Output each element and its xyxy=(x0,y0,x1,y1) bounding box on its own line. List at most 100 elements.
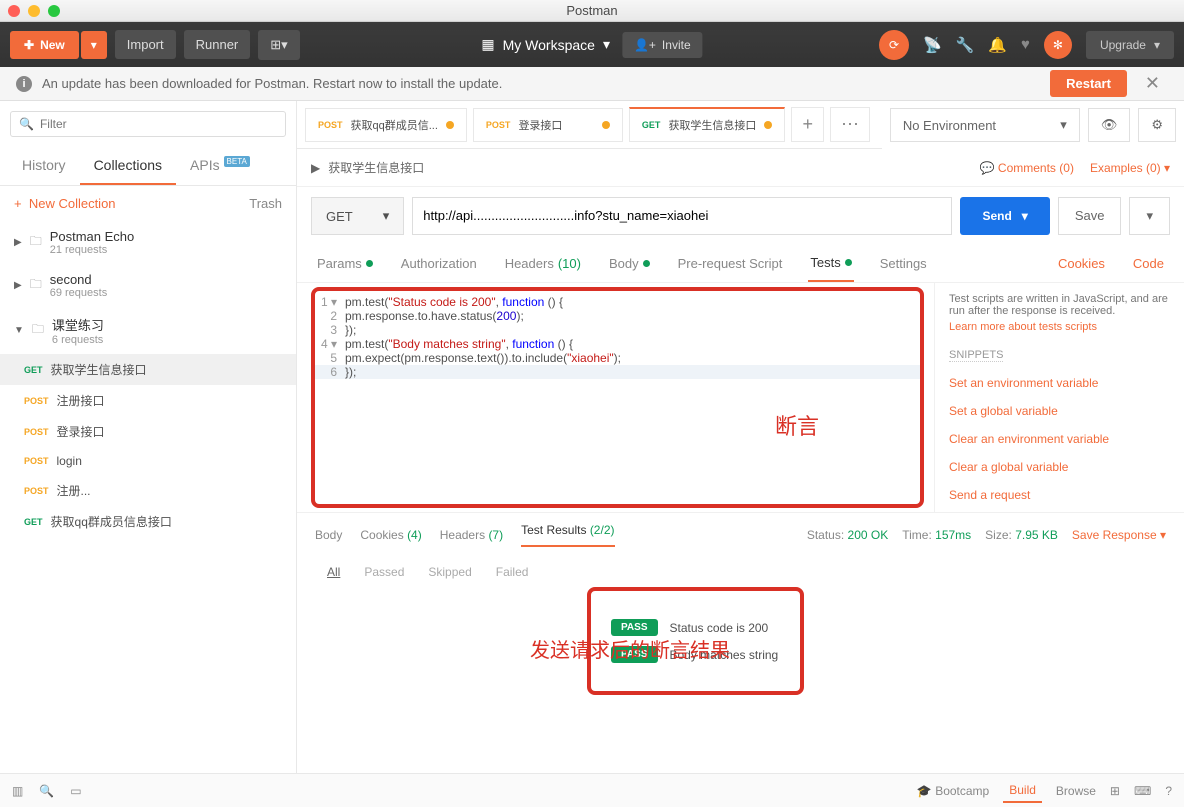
window-titlebar: Postman xyxy=(0,0,1184,22)
chevron-down-icon: ▾ xyxy=(1164,161,1170,175)
restart-button[interactable]: Restart xyxy=(1050,70,1127,97)
snippet-link[interactable]: Set a global variable xyxy=(949,404,1170,418)
console-icon[interactable]: ▭ xyxy=(70,784,81,798)
build-tab[interactable]: Build xyxy=(1003,779,1042,803)
tab-apis[interactable]: APIs BETA xyxy=(176,147,264,185)
url-input[interactable] xyxy=(412,197,952,235)
status-value: 200 OK xyxy=(848,528,889,542)
environment-selector[interactable]: No Environment▾ xyxy=(890,108,1080,142)
environment-settings-button[interactable]: ⚙ xyxy=(1138,108,1176,142)
request-tab[interactable]: GET获取学生信息接口 xyxy=(629,107,786,142)
close-window-icon[interactable] xyxy=(8,5,20,17)
request-item[interactable]: POST注册... xyxy=(0,475,296,506)
chevron-right-icon: ▶ xyxy=(14,237,22,248)
collection-item[interactable]: ▶🗀second69 requests xyxy=(0,264,296,307)
tab-collections[interactable]: Collections xyxy=(80,147,176,185)
filter-all[interactable]: All xyxy=(327,565,340,579)
request-tab[interactable]: POST获取qq群成员信... xyxy=(305,108,467,142)
help-icon[interactable]: ? xyxy=(1165,784,1172,798)
tab-tests[interactable]: Tests xyxy=(808,245,853,282)
new-collection-button[interactable]: + New CollectionTrash xyxy=(0,186,296,221)
add-tab-button[interactable]: + xyxy=(791,107,824,142)
new-button[interactable]: ✚New xyxy=(10,31,79,59)
snippets-hint: Test scripts are written in JavaScript, … xyxy=(949,293,1170,317)
heart-icon[interactable]: ♥ xyxy=(1021,36,1030,53)
trash-link[interactable]: Trash xyxy=(249,196,282,211)
tab-params[interactable]: Params xyxy=(315,245,375,282)
update-banner: i An update has been downloaded for Post… xyxy=(0,67,1184,101)
window-layout-button[interactable]: ⊞▾ xyxy=(258,30,299,60)
invite-button[interactable]: 👤+Invite xyxy=(622,32,703,58)
snippet-link[interactable]: Send a request xyxy=(949,488,1170,502)
tab-settings[interactable]: Settings xyxy=(878,245,929,282)
sidebar: 🔍 History Collections APIs BETA + New Co… xyxy=(0,101,297,773)
tab-body[interactable]: Body xyxy=(607,245,652,282)
method-selector[interactable]: GET▾ xyxy=(311,197,404,235)
tab-options-button[interactable]: ⋯ xyxy=(830,107,870,142)
chevron-down-icon: ▾ xyxy=(1022,209,1028,223)
request-item[interactable]: GET获取学生信息接口 xyxy=(0,354,296,385)
user-avatar[interactable]: ✻ xyxy=(1044,31,1072,59)
save-response-button[interactable]: Save Response ▾ xyxy=(1072,528,1166,542)
capture-icon[interactable]: 📡 xyxy=(923,36,942,54)
chevron-down-icon: ▾ xyxy=(603,36,610,53)
learn-link[interactable]: Learn more about tests scripts xyxy=(949,321,1170,333)
dot-icon xyxy=(845,259,852,266)
resp-tab-headers[interactable]: Headers (7) xyxy=(440,528,503,542)
cookies-link[interactable]: Cookies xyxy=(1056,245,1107,282)
request-item[interactable]: POSTlogin xyxy=(0,447,296,475)
new-dropdown[interactable]: ▾ xyxy=(81,31,107,59)
collection-item[interactable]: ▶🗀Postman Echo21 requests xyxy=(0,221,296,264)
filter-passed[interactable]: Passed xyxy=(364,565,404,579)
save-dropdown[interactable]: ▾ xyxy=(1129,197,1170,235)
chevron-down-icon: ▾ xyxy=(1154,38,1160,52)
filter-input[interactable]: 🔍 xyxy=(10,111,286,137)
import-button[interactable]: Import xyxy=(115,30,176,59)
tab-history[interactable]: History xyxy=(8,147,80,185)
layout-icon[interactable]: ⊞ xyxy=(1110,784,1120,798)
snippet-link[interactable]: Clear an environment variable xyxy=(949,432,1170,446)
traffic-lights[interactable] xyxy=(8,5,60,17)
environment-preview-button[interactable]: 👁 xyxy=(1088,108,1131,142)
person-add-icon: 👤+ xyxy=(634,38,656,52)
unsaved-dot-icon xyxy=(602,121,610,129)
comments-link[interactable]: 💬 Comments (0) xyxy=(980,161,1074,175)
snippets-panel: Test scripts are written in JavaScript, … xyxy=(934,283,1184,512)
runner-button[interactable]: Runner xyxy=(184,30,251,59)
resp-tab-testresults[interactable]: Test Results (2/2) xyxy=(521,523,614,547)
browse-tab[interactable]: Browse xyxy=(1056,784,1096,798)
chevron-down-icon: ▾ xyxy=(1060,117,1067,133)
collection-item[interactable]: ▼🗀课堂练习6 requests xyxy=(0,307,296,354)
request-item[interactable]: GET获取qq群成员信息接口 xyxy=(0,506,296,537)
request-item[interactable]: POST登录接口 xyxy=(0,416,296,447)
snippet-link[interactable]: Set an environment variable xyxy=(949,376,1170,390)
request-item[interactable]: POST注册接口 xyxy=(0,385,296,416)
maximize-window-icon[interactable] xyxy=(48,5,60,17)
sidebar-toggle-icon[interactable]: ▥ xyxy=(12,784,23,798)
dot-icon xyxy=(643,260,650,267)
tab-authorization[interactable]: Authorization xyxy=(399,245,479,282)
bootcamp-link[interactable]: 🎓 Bootcamp xyxy=(917,784,989,798)
close-banner-icon[interactable]: ✕ xyxy=(1137,73,1168,94)
resp-tab-body[interactable]: Body xyxy=(315,528,342,542)
filter-skipped[interactable]: Skipped xyxy=(428,565,471,579)
upgrade-button[interactable]: Upgrade▾ xyxy=(1086,31,1174,59)
resp-tab-cookies[interactable]: Cookies (4) xyxy=(360,528,421,542)
send-button[interactable]: Send▾ xyxy=(960,197,1049,235)
tests-code-editor[interactable]: 1 ▾pm.test("Status code is 200", functio… xyxy=(311,287,924,508)
notifications-icon[interactable]: 🔔 xyxy=(988,36,1007,54)
request-tab[interactable]: POST登录接口 xyxy=(473,108,623,142)
code-link[interactable]: Code xyxy=(1131,245,1166,282)
tab-prerequest[interactable]: Pre-request Script xyxy=(676,245,785,282)
find-icon[interactable]: 🔍 xyxy=(39,784,54,798)
tab-headers[interactable]: Headers (10) xyxy=(503,245,583,282)
workspace-selector[interactable]: ▦My Workspace▾ xyxy=(481,36,610,53)
filter-failed[interactable]: Failed xyxy=(496,565,529,579)
examples-link[interactable]: Examples (0) ▾ xyxy=(1090,161,1170,175)
snippet-link[interactable]: Clear a global variable xyxy=(949,460,1170,474)
minimize-window-icon[interactable] xyxy=(28,5,40,17)
keyboard-icon[interactable]: ⌨ xyxy=(1134,784,1151,798)
save-button[interactable]: Save xyxy=(1058,197,1122,235)
sync-button[interactable]: ⟳ xyxy=(879,30,909,60)
settings-icon[interactable]: 🔧 xyxy=(956,36,975,54)
